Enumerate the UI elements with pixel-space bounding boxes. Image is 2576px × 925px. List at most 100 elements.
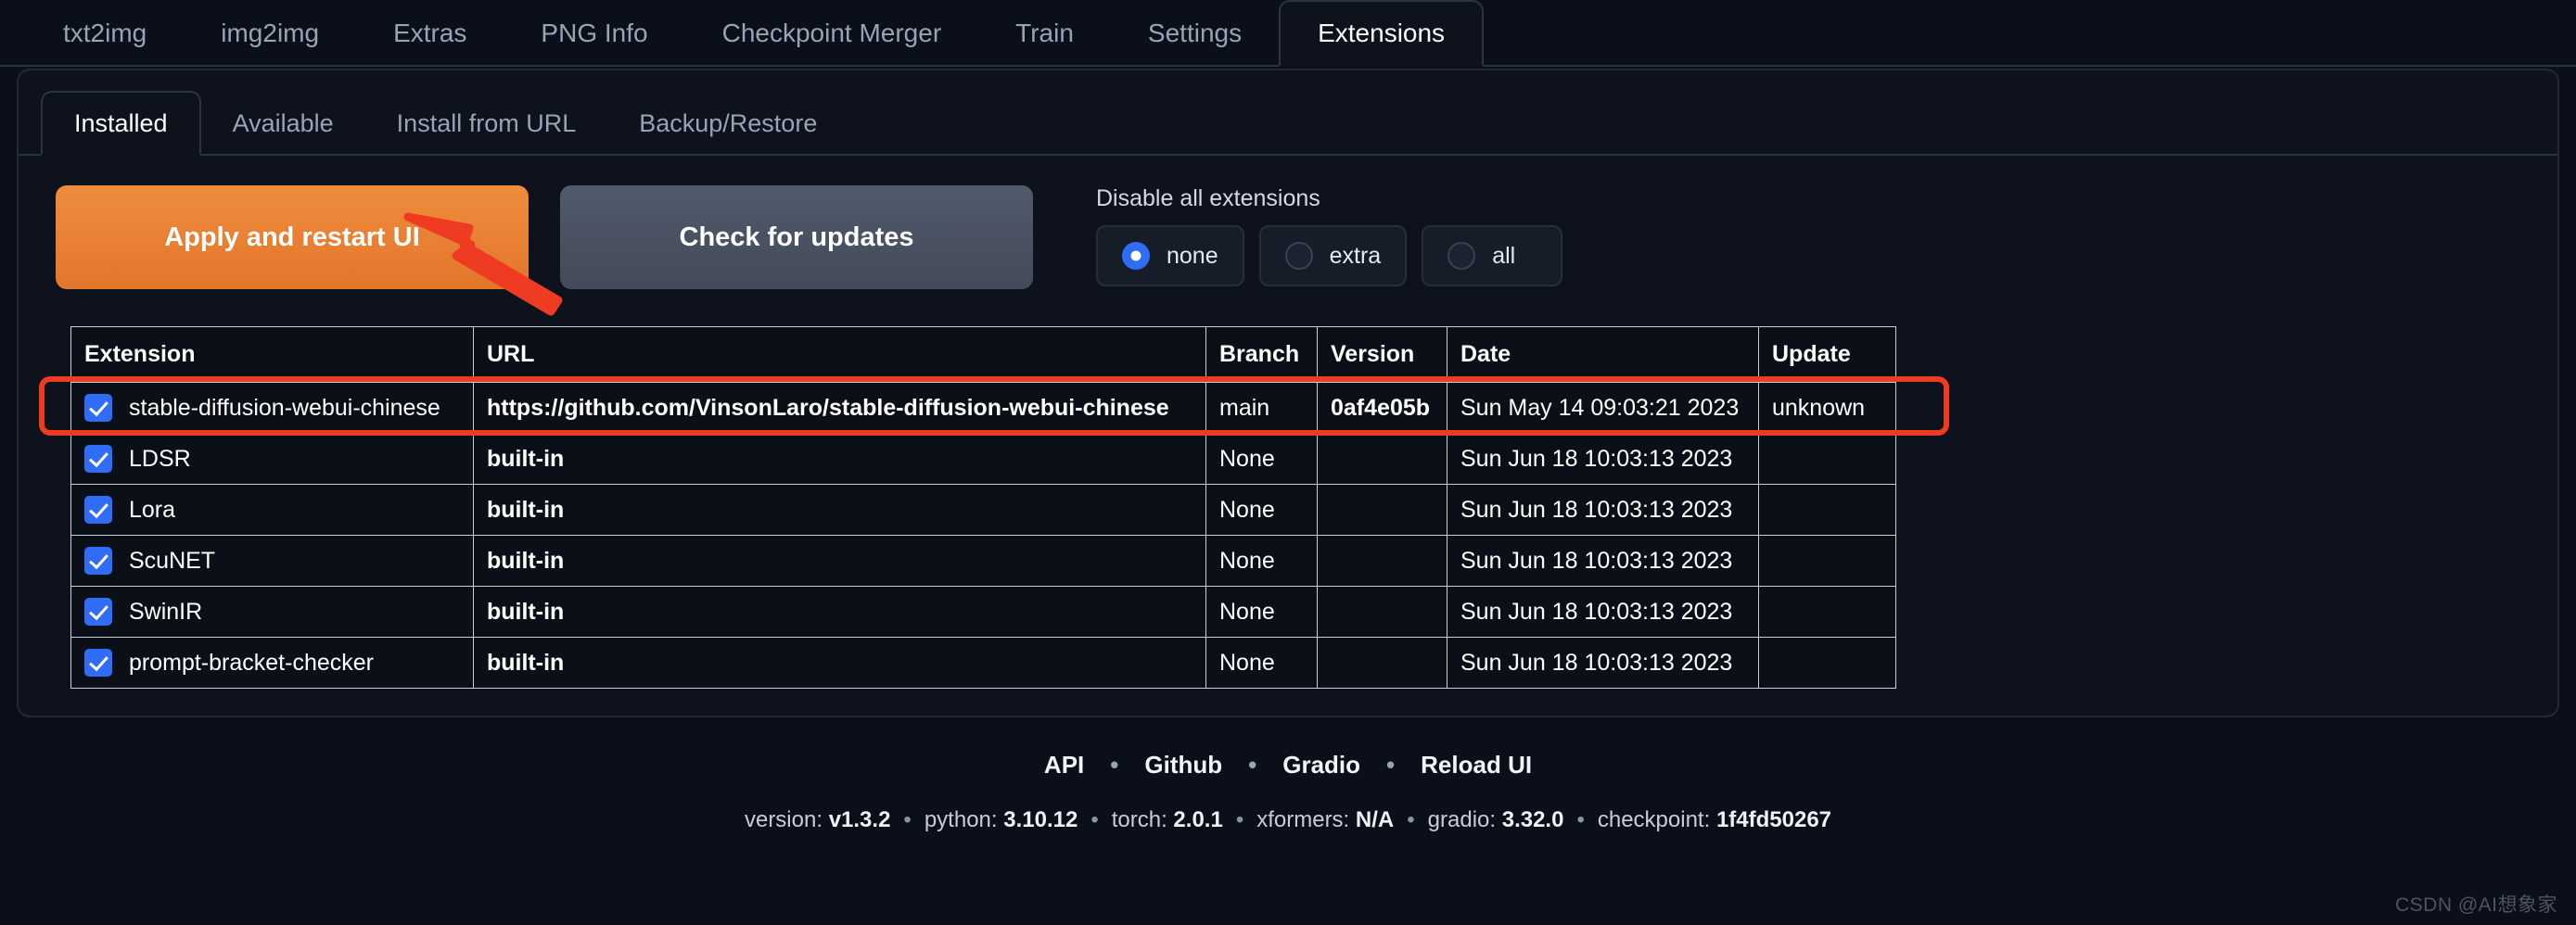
main-tab-img2img[interactable]: img2img (184, 0, 356, 67)
cell-date: Sun May 14 09:03:21 2023 (1447, 382, 1759, 434)
extension-name: LDSR (129, 445, 191, 472)
footer-link-github[interactable]: Github (1144, 751, 1222, 779)
radio-none[interactable]: none (1096, 225, 1244, 286)
table-row: SwinIR built-in None Sun Jun 18 10:03:13 20… (70, 586, 1896, 638)
radio-all[interactable]: all (1422, 225, 1563, 286)
cell-branch: main (1205, 382, 1318, 434)
footer-meta-separator: • (1407, 807, 1415, 832)
main-tab-settings[interactable]: Settings (1111, 0, 1279, 67)
sub-tab-install-from-url[interactable]: Install from URL (365, 91, 608, 156)
main-tab-extras[interactable]: Extras (356, 0, 504, 67)
footer-link-reload-ui[interactable]: Reload UI (1421, 751, 1532, 779)
checkbox-checked-icon[interactable] (84, 496, 112, 524)
footer: API • Github • Gradio • Reload UI version: v1.… (0, 751, 2576, 833)
watermark: CSDN @AI想象家 (2395, 894, 2557, 916)
cell-url[interactable]: built-in (473, 535, 1206, 587)
col-header-branch: Branch (1205, 326, 1318, 383)
main-tab-train[interactable]: Train (978, 0, 1111, 67)
checkbox-checked-icon[interactable] (84, 649, 112, 677)
cell-branch: None (1205, 637, 1318, 689)
cell-update (1758, 637, 1896, 689)
cell-url[interactable]: built-in (473, 586, 1206, 638)
cell-url[interactable]: built-in (473, 637, 1206, 689)
table-row: ScuNET built-in None Sun Jun 18 10:03:13 20… (70, 535, 1896, 587)
radio-label: all (1492, 242, 1516, 269)
cell-version (1317, 484, 1447, 536)
cell-version (1317, 433, 1447, 485)
cell-version (1317, 637, 1447, 689)
checkbox-checked-icon[interactable] (84, 445, 112, 473)
radio-dot-icon (1447, 242, 1476, 270)
sub-tab-available[interactable]: Available (201, 91, 365, 156)
cell-version (1317, 535, 1447, 587)
extensions-sub-tab-bar: Installed Available Install from URL Backup… (19, 85, 2557, 156)
cell-extension: prompt-bracket-checker (70, 637, 474, 689)
cell-extension: ScuNET (70, 535, 474, 587)
main-tab-bar: txt2img img2img Extras PNG Info Checkpoint M… (0, 0, 2576, 67)
checkbox-checked-icon[interactable] (84, 394, 112, 422)
col-header-extension: Extension (70, 326, 474, 383)
table-row: stable-diffusion-webui-chinese https://gi… (70, 382, 1896, 434)
cell-version (1317, 586, 1447, 638)
cell-update: unknown (1758, 382, 1896, 434)
cell-extension: SwinIR (70, 586, 474, 638)
installed-extensions-table: Extension URL Branch Version Date Update stab… (70, 326, 1896, 689)
footer-meta-value: 3.32.0 (1501, 807, 1564, 832)
apply-and-restart-ui-button[interactable]: Apply and restart UI (56, 185, 529, 289)
radio-label: extra (1329, 242, 1382, 269)
footer-meta-separator: • (1235, 807, 1244, 832)
cell-branch: None (1205, 484, 1318, 536)
table-head: Extension URL Branch Version Date Update (70, 326, 1896, 383)
cell-url[interactable]: https://github.com/VinsonLaro/stable-dif… (473, 382, 1206, 434)
radio-dot-icon (1122, 242, 1150, 270)
main-tab-checkpoint-merger[interactable]: Checkpoint Merger (685, 0, 979, 67)
col-header-version: Version (1317, 326, 1447, 383)
cell-update (1758, 484, 1896, 536)
table-row: LDSR built-in None Sun Jun 18 10:03:13 2023 (70, 433, 1896, 485)
footer-link-gradio[interactable]: Gradio (1282, 751, 1360, 779)
footer-meta-key: python: (924, 807, 998, 832)
cell-branch: None (1205, 535, 1318, 587)
footer-meta-value: v1.3.2 (828, 807, 891, 832)
sub-tab-installed[interactable]: Installed (41, 91, 201, 156)
table-row: Lora built-in None Sun Jun 18 10:03:13 2023 (70, 484, 1896, 536)
cell-update (1758, 535, 1896, 587)
footer-meta-separator: • (903, 807, 912, 832)
controls-row: Apply and restart UI Check for updates D… (19, 156, 2557, 289)
cell-date: Sun Jun 18 10:03:13 2023 (1447, 586, 1759, 638)
col-header-update: Update (1758, 326, 1896, 383)
cell-extension: Lora (70, 484, 474, 536)
extension-name: stable-diffusion-webui-chinese (129, 394, 440, 421)
checkbox-checked-icon[interactable] (84, 598, 112, 626)
radio-extra[interactable]: extra (1258, 225, 1408, 286)
footer-meta-key: checkpoint: (1597, 807, 1711, 832)
table-row: prompt-bracket-checker built-in None Sun Ju… (70, 637, 1896, 689)
footer-meta-key: version: (744, 807, 823, 832)
disable-all-extensions-radios: none extra all (1096, 225, 1563, 286)
extensions-panel: Installed Available Install from URL Backup… (17, 69, 2559, 717)
cell-branch: None (1205, 433, 1318, 485)
cell-url[interactable]: built-in (473, 433, 1206, 485)
main-tab-txt2img[interactable]: txt2img (26, 0, 184, 67)
extension-name: prompt-bracket-checker (129, 649, 374, 676)
extension-name: ScuNET (129, 547, 216, 574)
main-tab-png-info[interactable]: PNG Info (504, 0, 684, 67)
cell-version: 0af4e05b (1317, 382, 1447, 434)
footer-meta-separator: • (1090, 807, 1099, 832)
footer-link-api[interactable]: API (1044, 751, 1084, 779)
checkbox-checked-icon[interactable] (84, 547, 112, 575)
installed-extensions-table-wrap: Extension URL Branch Version Date Update stab… (70, 326, 1896, 689)
main-tab-extensions[interactable]: Extensions (1279, 0, 1485, 67)
footer-meta-key: xformers: (1256, 807, 1350, 832)
cell-extension: LDSR (70, 433, 474, 485)
cell-date: Sun Jun 18 10:03:13 2023 (1447, 637, 1759, 689)
footer-meta-key: gradio: (1427, 807, 1497, 832)
cell-url[interactable]: built-in (473, 484, 1206, 536)
check-for-updates-button[interactable]: Check for updates (560, 185, 1033, 289)
extension-name: Lora (129, 496, 176, 523)
footer-meta-value: 2.0.1 (1173, 807, 1223, 832)
disable-all-extensions-label: Disable all extensions (1096, 185, 1320, 211)
footer-meta-value: 1f4fd50267 (1715, 807, 1832, 832)
sub-tab-backup-restore[interactable]: Backup/Restore (607, 91, 848, 156)
cell-extension: stable-diffusion-webui-chinese (70, 382, 474, 434)
